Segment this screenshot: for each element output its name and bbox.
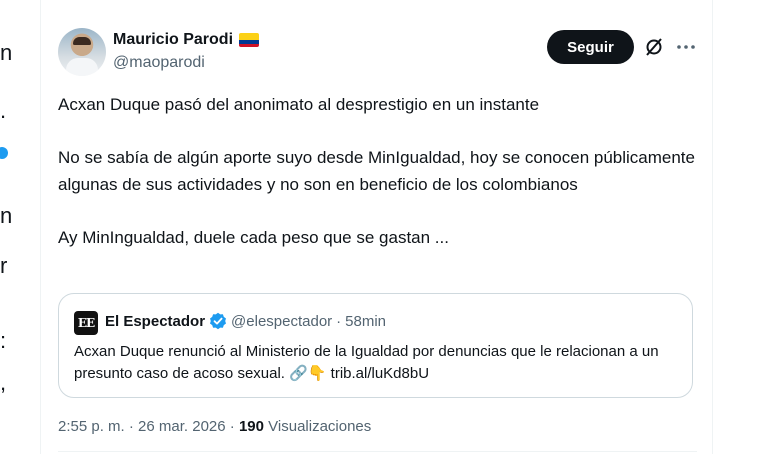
quote-avatar: EE <box>74 311 98 335</box>
tweet-meta: 2:55 p. m. · 26 mar. 2026 · 190 Visualiz… <box>58 418 372 435</box>
avatar[interactable] <box>58 28 106 76</box>
views-count: 190 <box>238 418 264 435</box>
author-name-row: Mauricio Parodi <box>113 31 260 49</box>
tweet: Mauricio Parodi @maoparodi Seguir Acxan … <box>41 0 712 454</box>
tweet-time[interactable]: 2:55 p. m. <box>58 418 125 435</box>
quote-author-handle: @elespectador <box>231 312 333 330</box>
edge-glyph: n <box>0 40 13 65</box>
verified-badge-icon <box>210 312 227 330</box>
tweet-text: Acxan Duque pasó del anonimato al despre… <box>58 95 695 247</box>
more-options-icon[interactable] <box>675 38 697 56</box>
divider <box>58 451 697 452</box>
quote-time: 58min <box>345 312 387 330</box>
views-label: Visualizaciones <box>268 418 372 435</box>
grok-icon[interactable] <box>644 37 664 57</box>
edge-verified-icon <box>0 147 8 159</box>
follow-button[interactable]: Seguir <box>547 30 634 64</box>
edge-glyph: . <box>0 98 7 123</box>
quote-text: Acxan Duque renunció al Ministerio de la… <box>74 343 659 382</box>
colombia-flag-icon <box>239 33 260 47</box>
quoted-tweet[interactable]: EE El Espectador @elespectador · 58min A… <box>58 293 693 398</box>
quote-header: El Espectador @elespectador · 58min <box>105 312 386 330</box>
author-display-name[interactable]: Mauricio Parodi <box>113 31 233 49</box>
edge-glyph: n <box>0 203 13 228</box>
tweet-date[interactable]: 26 mar. 2026 <box>138 418 226 435</box>
edge-glyph: , <box>0 370 7 395</box>
left-column-edge: n . n r : , <box>0 0 14 454</box>
quote-author-name: El Espectador <box>105 312 206 330</box>
edge-glyph: r <box>0 253 8 278</box>
author-handle[interactable]: @maoparodi <box>113 54 205 72</box>
column-divider <box>712 0 713 454</box>
edge-glyph: : <box>0 328 7 353</box>
quote-separator: · <box>336 312 342 330</box>
